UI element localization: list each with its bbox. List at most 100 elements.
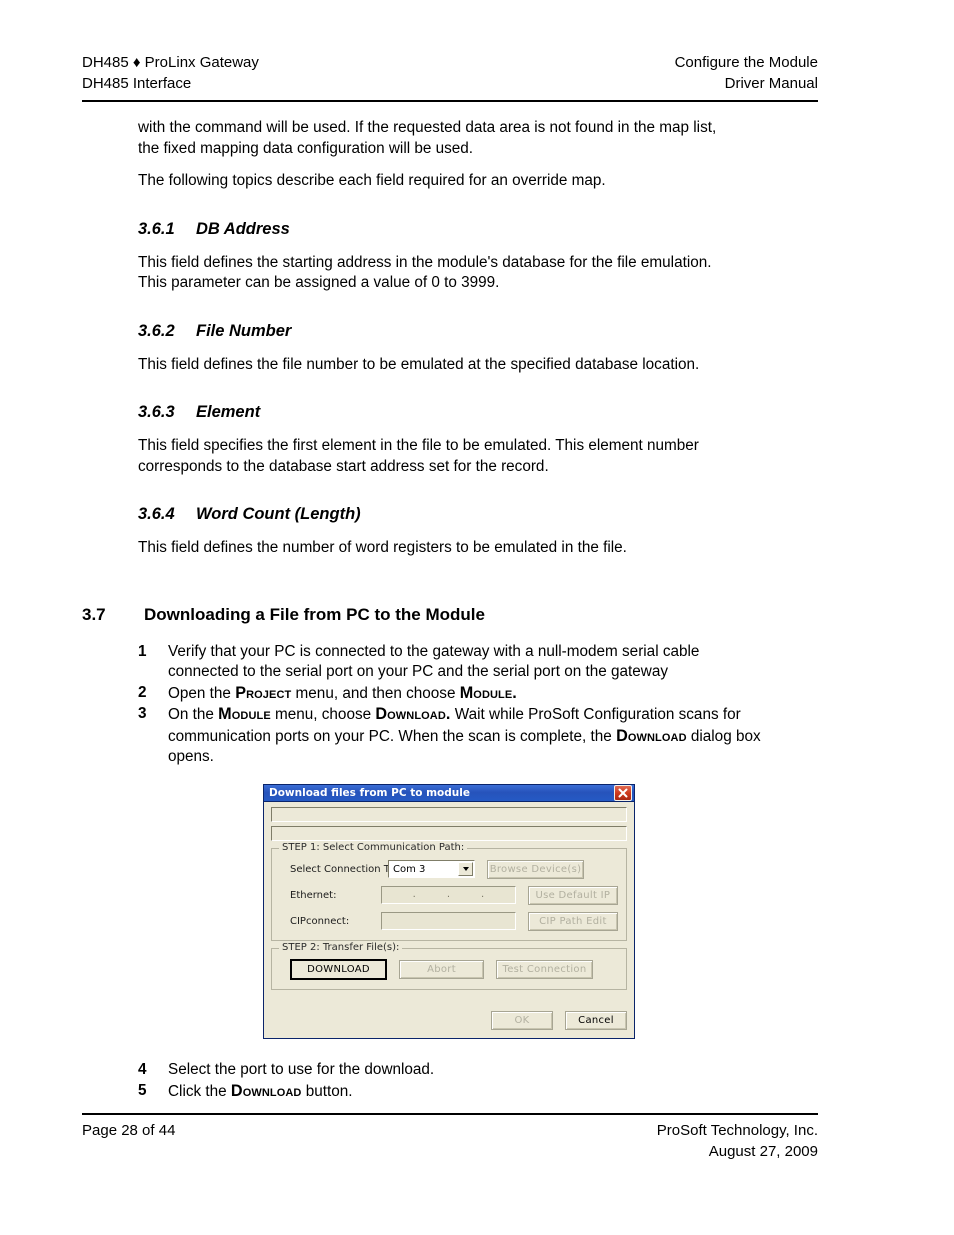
dialog-body: STEP 1: Select Communication Path: Selec… bbox=[264, 802, 634, 1037]
transfer-buttons-row: DOWNLOAD Abort Test Connection bbox=[280, 959, 618, 980]
menu-name: Download bbox=[230, 1081, 302, 1100]
text-run: Select the port to use for the download. bbox=[168, 1061, 435, 1078]
cipconnect-label: CIPconnect: bbox=[290, 915, 350, 927]
heading-title: Element bbox=[196, 403, 261, 421]
list-item-marker: 5 bbox=[138, 1081, 147, 1099]
heading-title: DB Address bbox=[196, 219, 290, 238]
header-right: Configure the Module Driver Manual bbox=[675, 52, 818, 94]
list-item-marker: 3 bbox=[138, 705, 147, 722]
list-item: 1 Verify that your PC is connected to the… bbox=[138, 642, 768, 683]
ethernet-row: Ethernet: . . . Use Default IP bbox=[280, 885, 618, 905]
list-item: 3 On the Module menu, choose Download. Wa… bbox=[138, 704, 768, 768]
cipconnect-row: CIPconnect: CIP Path Edit bbox=[280, 911, 618, 931]
text-run: menu, choose bbox=[270, 706, 376, 723]
procedure-steps-4-5: 4 Select the port to use for the download… bbox=[82, 1060, 822, 1102]
list-item-marker: 2 bbox=[138, 683, 147, 701]
running-footer: Page 28 of 44 ProSoft Technology, Inc. A… bbox=[82, 1120, 818, 1162]
text-run: Open the bbox=[168, 684, 236, 702]
header-left-line2: DH485 Interface bbox=[82, 75, 192, 92]
heading-number: 3.6.4 bbox=[138, 505, 175, 523]
text-run: Click the bbox=[168, 1082, 231, 1100]
step1-legend: STEP 1: Select Communication Path: bbox=[279, 842, 468, 853]
use-default-ip-button[interactable]: Use Default IP bbox=[527, 885, 618, 905]
header-right-line1: Configure the Module bbox=[674, 54, 818, 71]
heading-title: File Number bbox=[196, 321, 292, 340]
menu-name: Download. bbox=[375, 705, 451, 723]
paragraph-db-address: This field defines the starting address … bbox=[138, 253, 712, 292]
list-item-marker: 4 bbox=[138, 1061, 147, 1078]
heading-number: 3.6.1 bbox=[138, 219, 175, 238]
connection-type-select[interactable]: Com 3 bbox=[388, 860, 475, 878]
paragraph-following-topics: The following topics describe each field… bbox=[138, 172, 606, 189]
list-item-text: Verify that your PC is connected to the … bbox=[168, 643, 699, 681]
heading-title: Word Count (Length) bbox=[196, 505, 361, 523]
menu-name: Download bbox=[616, 726, 687, 745]
connection-type-label: Select Connection Type: bbox=[290, 863, 411, 875]
cipconnect-field[interactable] bbox=[381, 912, 516, 930]
paragraph-continuation: with the command will be used. If the re… bbox=[138, 119, 717, 157]
heading-3-6-4: 3.6.4 Word Count (Length) bbox=[138, 503, 822, 525]
dialog-footer-buttons: OK Cancel bbox=[491, 1011, 627, 1030]
heading-number: 3.6.3 bbox=[138, 403, 175, 421]
download-dialog-figure: Download files from PC to module STEP 1:… bbox=[263, 784, 635, 1039]
step1-groupbox: STEP 1: Select Communication Path: Selec… bbox=[271, 842, 627, 941]
list-item: 4 Select the port to use for the download… bbox=[138, 1060, 768, 1081]
list-item-text: Click the Download button. bbox=[168, 1081, 353, 1100]
list-item: 5 Click the Download button. bbox=[138, 1081, 768, 1103]
list-item-text: Open the Project menu, and then choose M… bbox=[168, 683, 517, 702]
paragraph-file-number: This field defines the file number to be… bbox=[138, 355, 700, 373]
text-run: On the bbox=[168, 706, 219, 723]
heading-3-6-1: 3.6.1 DB Address bbox=[138, 218, 822, 240]
connection-type-row: Select Connection Type: Com 3 Browse Dev… bbox=[280, 859, 618, 879]
close-icon[interactable] bbox=[614, 785, 632, 801]
header-right-line2: Driver Manual bbox=[724, 75, 818, 92]
menu-name: Module. bbox=[459, 683, 517, 702]
menu-name: Module bbox=[218, 705, 271, 723]
heading-number: 3.6.2 bbox=[138, 321, 175, 340]
menu-name: Project bbox=[235, 683, 292, 702]
test-connection-button[interactable]: Test Connection bbox=[496, 960, 593, 979]
document-body-lower: 4 Select the port to use for the download… bbox=[82, 1046, 822, 1102]
paragraph-word-count: This field defines the number of word re… bbox=[138, 539, 627, 556]
running-header: DH485 ♦ ProLinx Gateway DH485 Interface … bbox=[82, 52, 818, 94]
ip-separator: . bbox=[446, 889, 450, 900]
abort-button[interactable]: Abort bbox=[399, 960, 484, 979]
text-run: button. bbox=[301, 1082, 353, 1100]
step2-legend: STEP 2: Transfer File(s): bbox=[279, 942, 403, 953]
heading-3-7: 3.7 Downloading a File from PC to the Mod… bbox=[82, 603, 822, 626]
footer-company: ProSoft Technology, Inc. bbox=[656, 1122, 818, 1139]
ethernet-label: Ethernet: bbox=[290, 889, 337, 901]
text-run: menu, and then choose bbox=[291, 684, 460, 702]
download-dialog: Download files from PC to module STEP 1:… bbox=[263, 784, 635, 1039]
heading-number: 3.7 bbox=[82, 604, 106, 624]
document-body: with the command will be used. If the re… bbox=[82, 118, 822, 768]
header-left-line1: DH485 ♦ ProLinx Gateway bbox=[82, 54, 259, 71]
dialog-title: Download files from PC to module bbox=[269, 786, 470, 799]
heading-3-6-3: 3.6.3 Element bbox=[138, 401, 822, 423]
header-rule bbox=[82, 100, 818, 102]
footer-date: August 27, 2009 bbox=[708, 1143, 818, 1160]
cancel-button[interactable]: Cancel bbox=[565, 1011, 627, 1030]
heading-title: Downloading a File from PC to the Module bbox=[144, 604, 485, 624]
ethernet-ip-field[interactable]: . . . bbox=[381, 886, 516, 904]
dialog-titlebar: Download files from PC to module bbox=[264, 785, 634, 802]
connection-type-value: Com 3 bbox=[393, 863, 426, 875]
list-item-text: Select the port to use for the download. bbox=[168, 1061, 434, 1078]
text-run: Verify that your PC is connected to the … bbox=[168, 642, 700, 681]
download-button[interactable]: DOWNLOAD bbox=[290, 959, 387, 980]
ip-separator: . bbox=[412, 889, 416, 900]
footer-right: ProSoft Technology, Inc. August 27, 2009 bbox=[657, 1120, 818, 1162]
procedure-steps-1-3: 1 Verify that your PC is connected to the… bbox=[82, 642, 822, 768]
ok-button[interactable]: OK bbox=[491, 1011, 553, 1030]
footer-rule bbox=[82, 1113, 818, 1115]
status-field-1 bbox=[271, 807, 627, 822]
cip-path-edit-button[interactable]: CIP Path Edit bbox=[527, 911, 618, 931]
heading-3-6-2: 3.6.2 File Number bbox=[138, 320, 822, 342]
status-field-2 bbox=[271, 826, 627, 841]
browse-devices-button[interactable]: Browse Device(s) bbox=[487, 859, 584, 879]
step2-groupbox: STEP 2: Transfer File(s): DOWNLOAD Abort… bbox=[271, 942, 627, 990]
list-item-text: On the Module menu, choose Download. Wai… bbox=[168, 705, 761, 765]
document-page: DH485 ♦ ProLinx Gateway DH485 Interface … bbox=[0, 0, 954, 1235]
chevron-down-icon[interactable] bbox=[458, 862, 473, 876]
list-item: 2 Open the Project menu, and then choose … bbox=[138, 683, 768, 705]
